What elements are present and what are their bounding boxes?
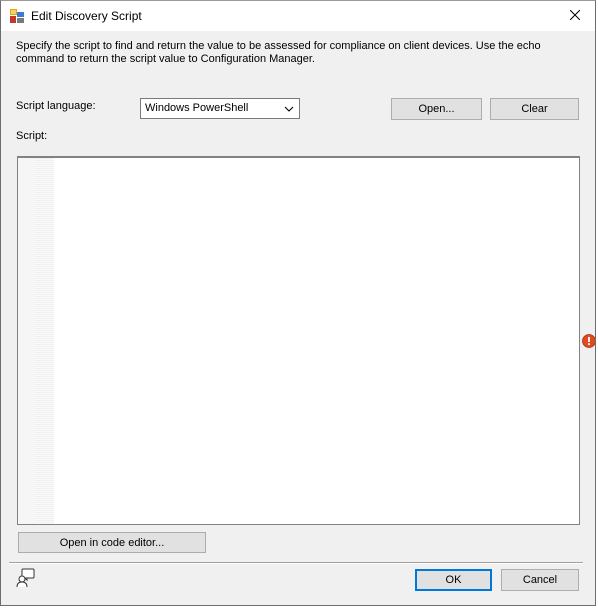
app-icon	[10, 9, 24, 23]
error-icon[interactable]	[582, 334, 595, 348]
chevron-down-icon	[283, 103, 295, 115]
help-icon[interactable]	[16, 568, 36, 588]
open-in-code-editor-button[interactable]: Open in code editor...	[18, 532, 206, 553]
footer-separator	[9, 562, 583, 564]
script-language-select[interactable]: Windows PowerShell	[140, 98, 300, 119]
script-language-value: Windows PowerShell	[145, 102, 249, 114]
edit-discovery-script-dialog: Edit Discovery Script Specify the script…	[0, 0, 596, 606]
description-text: Specify the script to find and return th…	[16, 40, 541, 65]
close-button[interactable]	[555, 1, 595, 31]
title-bar[interactable]: Edit Discovery Script	[1, 1, 595, 31]
ok-button[interactable]: OK	[415, 569, 492, 591]
clear-button[interactable]: Clear	[490, 98, 579, 120]
script-language-label: Script language:	[16, 100, 96, 112]
editor-fold-margin	[36, 158, 54, 524]
cancel-button[interactable]: Cancel	[501, 569, 579, 591]
script-label: Script:	[16, 130, 48, 142]
close-icon	[569, 9, 581, 23]
dialog-body: Specify the script to find and return th…	[1, 31, 595, 605]
editor-line-gutter	[18, 158, 54, 524]
open-button[interactable]: Open...	[391, 98, 482, 120]
window-title: Edit Discovery Script	[31, 9, 142, 23]
script-editor[interactable]	[17, 156, 580, 525]
